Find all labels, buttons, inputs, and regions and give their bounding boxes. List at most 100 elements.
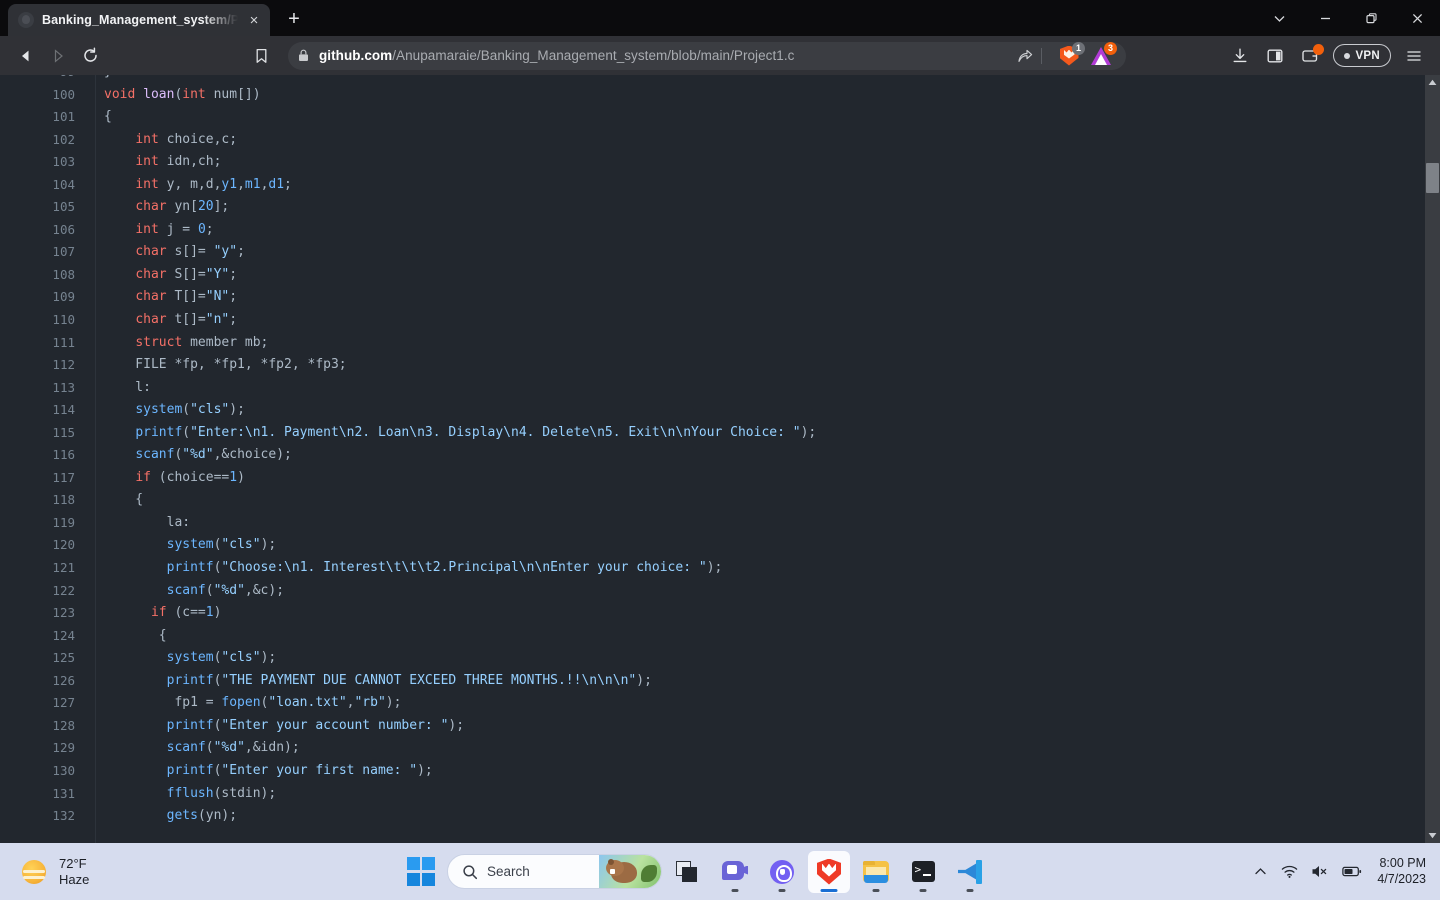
line-number[interactable]: 100 — [0, 84, 85, 107]
line-number[interactable]: 120 — [0, 534, 85, 557]
line-source: } — [85, 75, 1425, 84]
taskbar-item-brave-browser[interactable] — [808, 850, 850, 893]
taskbar-search-box[interactable]: Search — [447, 854, 662, 889]
line-number[interactable]: 111 — [0, 332, 85, 355]
tab-search-chevron-down-icon[interactable] — [1256, 0, 1302, 36]
line-number[interactable]: 121 — [0, 557, 85, 580]
line-number[interactable]: 113 — [0, 377, 85, 400]
terminal-icon — [911, 861, 935, 882]
download-icon[interactable] — [1224, 41, 1256, 71]
vertical-scrollbar[interactable] — [1425, 75, 1440, 843]
line-number[interactable]: 132 — [0, 805, 85, 828]
line-number[interactable]: 101 — [0, 106, 85, 129]
taskbar-item-visual-studio-code[interactable] — [949, 851, 991, 893]
wifi-icon[interactable] — [1281, 864, 1298, 879]
line-number[interactable]: 106 — [0, 219, 85, 242]
code-line: 120 system("cls"); — [0, 534, 1425, 557]
line-number[interactable]: 117 — [0, 467, 85, 490]
weather-widget[interactable]: 72°F Haze — [0, 856, 300, 888]
line-number[interactable]: 114 — [0, 399, 85, 422]
line-source: char S[]="Y"; — [135, 266, 238, 282]
taskbar-item-terminal[interactable] — [902, 851, 944, 893]
scroll-up-arrow-icon[interactable] — [1425, 75, 1440, 90]
line-number[interactable]: 119 — [0, 512, 85, 535]
code-line: 108 char S[]="Y"; — [0, 264, 1425, 287]
line-source: if (choice==1) — [135, 469, 245, 485]
line-number[interactable]: 103 — [0, 151, 85, 174]
tray-overflow-chevron-up-icon[interactable] — [1253, 864, 1268, 879]
line-number[interactable]: 124 — [0, 625, 85, 648]
line-number[interactable]: 110 — [0, 309, 85, 332]
windows-logo-icon — [406, 857, 436, 886]
code-viewer[interactable]: 99}100 void loan(int num[]) 101 {102 int ch… — [0, 75, 1440, 843]
back-button[interactable] — [10, 41, 42, 71]
toolbar-divider — [1041, 47, 1042, 64]
code-line: 113 l: — [0, 377, 1425, 400]
wallet-notification-dot — [1313, 43, 1325, 55]
line-number[interactable]: 99 — [0, 75, 85, 84]
task-view-icon — [676, 860, 700, 883]
taskbar-item-viber[interactable] — [761, 851, 803, 893]
haze-sun-icon — [20, 858, 48, 886]
sidebar-icon[interactable] — [1259, 41, 1291, 71]
code-line: 111 struct member mb; — [0, 332, 1425, 355]
bookmark-icon[interactable] — [246, 41, 276, 71]
code-line: 132 gets(yn); — [0, 805, 1425, 828]
line-number[interactable]: 105 — [0, 196, 85, 219]
code-line: 115 printf("Enter:\n1. Payment\n2. Loan\… — [0, 422, 1425, 445]
taskbar-item-task-view[interactable] — [667, 851, 709, 893]
line-number[interactable]: 129 — [0, 737, 85, 760]
minimize-icon[interactable] — [1302, 0, 1348, 36]
line-number[interactable]: 107 — [0, 241, 85, 264]
hamburger-menu-icon[interactable] — [1398, 41, 1430, 71]
code-line: 116 scanf("%d",&choice); — [0, 444, 1425, 467]
line-number[interactable]: 130 — [0, 760, 85, 783]
line-number[interactable]: 126 — [0, 670, 85, 693]
code-line: 125 system("cls"); — [0, 647, 1425, 670]
line-number[interactable]: 104 — [0, 174, 85, 197]
close-tab-icon[interactable]: × — [246, 12, 262, 28]
line-source: char t[]="n"; — [135, 312, 238, 328]
browser-tab-active[interactable]: Banking_Management_system/Pr × — [8, 4, 270, 36]
line-number[interactable]: 131 — [0, 783, 85, 806]
scrollbar-thumb[interactable] — [1426, 163, 1439, 193]
line-number[interactable]: 102 — [0, 129, 85, 152]
github-favicon-icon — [18, 12, 34, 28]
line-number[interactable]: 112 — [0, 354, 85, 377]
line-number[interactable]: 116 — [0, 444, 85, 467]
reload-button[interactable] — [74, 41, 106, 71]
wallet-icon[interactable] — [1294, 41, 1326, 71]
running-indicator — [872, 888, 880, 892]
address-bar[interactable]: github.com/Anupamaraie/Banking_Managemen… — [288, 41, 1126, 71]
code-line: 119 la: — [0, 512, 1425, 535]
maximize-restore-icon[interactable] — [1348, 0, 1394, 36]
line-number[interactable]: 128 — [0, 715, 85, 738]
vpn-button[interactable]: VPN — [1333, 44, 1391, 67]
battery-icon[interactable] — [1342, 865, 1362, 878]
line-number[interactable]: 115 — [0, 422, 85, 445]
share-icon[interactable] — [1007, 48, 1033, 64]
volume-muted-icon[interactable] — [1311, 864, 1329, 879]
brave-shields-icon[interactable]: 1 — [1054, 41, 1085, 71]
taskbar-clock[interactable]: 8:00 PM 4/7/2023 — [1375, 856, 1426, 887]
line-number[interactable]: 125 — [0, 647, 85, 670]
browser-toolbar: github.com/Anupamaraie/Banking_Managemen… — [0, 36, 1440, 75]
line-number[interactable]: 122 — [0, 580, 85, 603]
windows-start-button[interactable] — [400, 851, 442, 893]
line-source: system("cls"); — [135, 402, 245, 418]
code-line: 103 int idn,ch; — [0, 151, 1425, 174]
line-number[interactable]: 123 — [0, 602, 85, 625]
line-number[interactable]: 109 — [0, 286, 85, 309]
line-number[interactable]: 118 — [0, 489, 85, 512]
line-number[interactable]: 127 — [0, 692, 85, 715]
code-line: 112 FILE *fp, *fp1, *fp2, *fp3; — [0, 354, 1425, 377]
taskbar-item-microsoft-teams[interactable] — [714, 851, 756, 893]
extension-triangle-icon[interactable]: 3 — [1086, 41, 1117, 71]
new-tab-button[interactable]: + — [280, 5, 308, 33]
url-host: github.com — [319, 48, 393, 63]
close-window-icon[interactable] — [1394, 0, 1440, 36]
line-source: scanf("%d",&idn); — [166, 740, 300, 756]
line-number[interactable]: 108 — [0, 264, 85, 287]
taskbar-item-file-explorer[interactable] — [855, 851, 897, 893]
scroll-down-arrow-icon[interactable] — [1425, 828, 1440, 843]
